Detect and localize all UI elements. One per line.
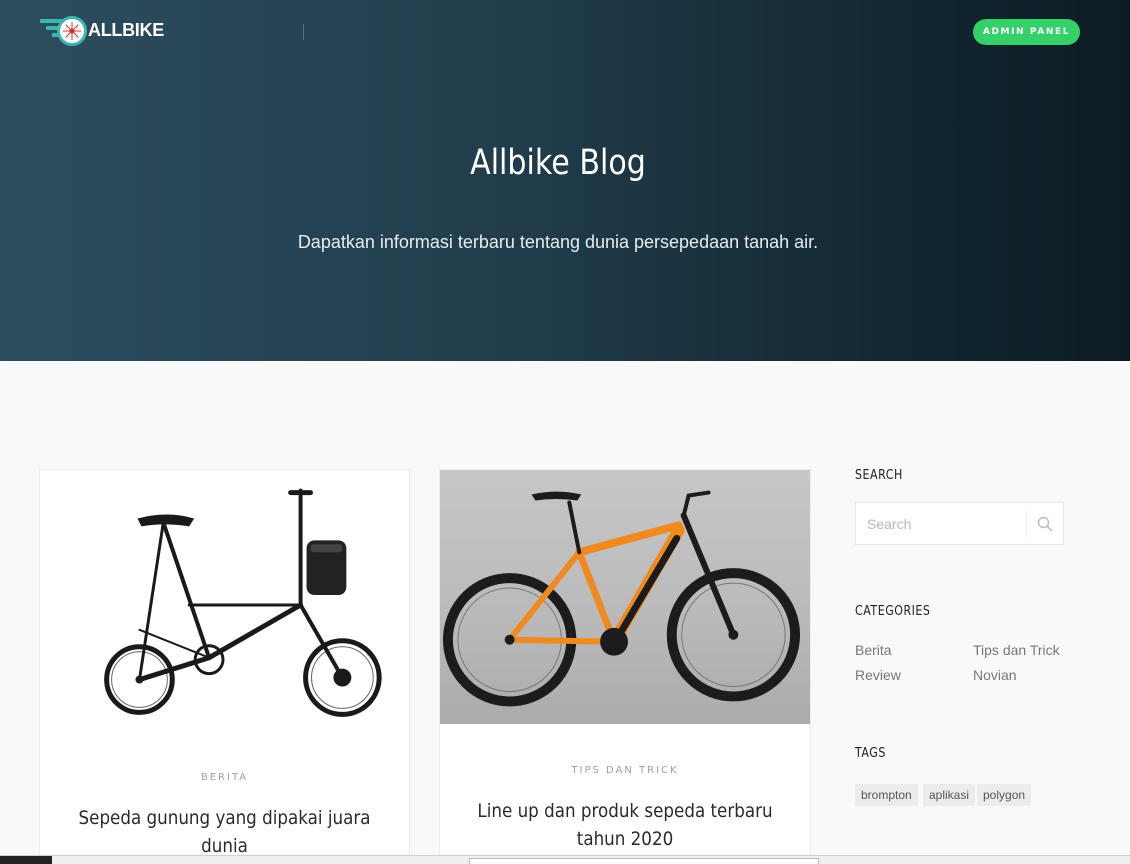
admin-panel-button[interactable]: ADMIN PANEL [973,19,1080,45]
logo-text: ALLBIKE [88,20,164,40]
tags-heading: TAGS [855,746,886,761]
search-icon[interactable] [1037,516,1053,532]
bottom-strip [0,855,1130,864]
category-link-tips[interactable]: Tips dan Trick [973,642,1060,658]
search-input[interactable] [856,503,1026,544]
category-link-novian[interactable]: Novian [973,667,1017,683]
category-link-review[interactable]: Review [855,667,901,683]
search-box [855,502,1064,545]
search-separator [1026,509,1027,539]
post-category[interactable]: TIPS DAN TRICK [440,765,810,776]
folding-bike-image[interactable] [40,470,409,732]
post-card[interactable]: BERITA Sepeda gunung yang dipakai juara … [39,469,410,864]
post-title[interactable]: Sepeda gunung yang dipakai juara dunia [71,804,378,860]
page-title: Allbike Blog [470,143,646,183]
post-category[interactable]: BERITA [40,772,409,783]
page-subtitle: Dapatkan informasi terbaru tentang dunia… [297,232,819,252]
post-card[interactable]: TIPS DAN TRICK Line up dan produk sepeda… [439,469,811,864]
nav-divider [303,24,304,40]
categories-heading: CATEGORIES [855,604,931,619]
tag-polygon[interactable]: polygon [977,784,1032,806]
logo-wheel-icon [57,16,87,46]
tag-aplikasi[interactable]: aplikasi [923,784,976,806]
search-heading: SEARCH [855,468,903,483]
category-link-berita[interactable]: Berita [855,642,892,658]
hero-banner: ALLBIKE ADMIN PANEL Allbike Blog Dapatka… [0,0,1130,361]
mountain-ebike-image[interactable] [440,470,810,724]
tag-brompton[interactable]: brompton [855,784,918,806]
post-title[interactable]: Line up dan produk sepeda terbaru tahun … [471,797,779,853]
